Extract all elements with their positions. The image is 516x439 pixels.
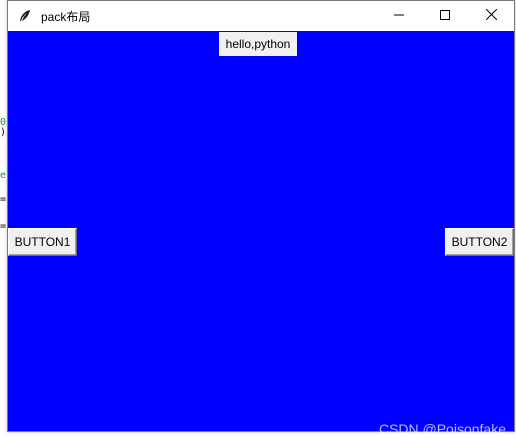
close-icon <box>485 7 497 25</box>
maximize-icon <box>440 7 450 25</box>
feather-icon <box>17 8 33 24</box>
maximize-button[interactable] <box>422 1 468 31</box>
minimize-icon <box>394 7 404 25</box>
hello-label: hello,python <box>219 32 297 56</box>
watermark: CSDN @Poisonfake <box>378 421 506 437</box>
button2[interactable]: BUTTON2 <box>445 228 514 256</box>
button1[interactable]: BUTTON1 <box>8 228 77 256</box>
window-title: pack布局 <box>41 9 91 24</box>
close-button[interactable] <box>468 1 514 31</box>
tk-window: pack布局 hello,python BUTTON1 BUTTON2 <box>7 0 515 432</box>
window-controls <box>376 1 514 31</box>
title-bar[interactable]: pack布局 <box>8 1 514 31</box>
minimize-button[interactable] <box>376 1 422 31</box>
client-area: hello,python BUTTON1 BUTTON2 <box>8 31 514 431</box>
screen: 0 ) e = = pack布局 hello,python BUTTON1 BU… <box>0 0 516 439</box>
